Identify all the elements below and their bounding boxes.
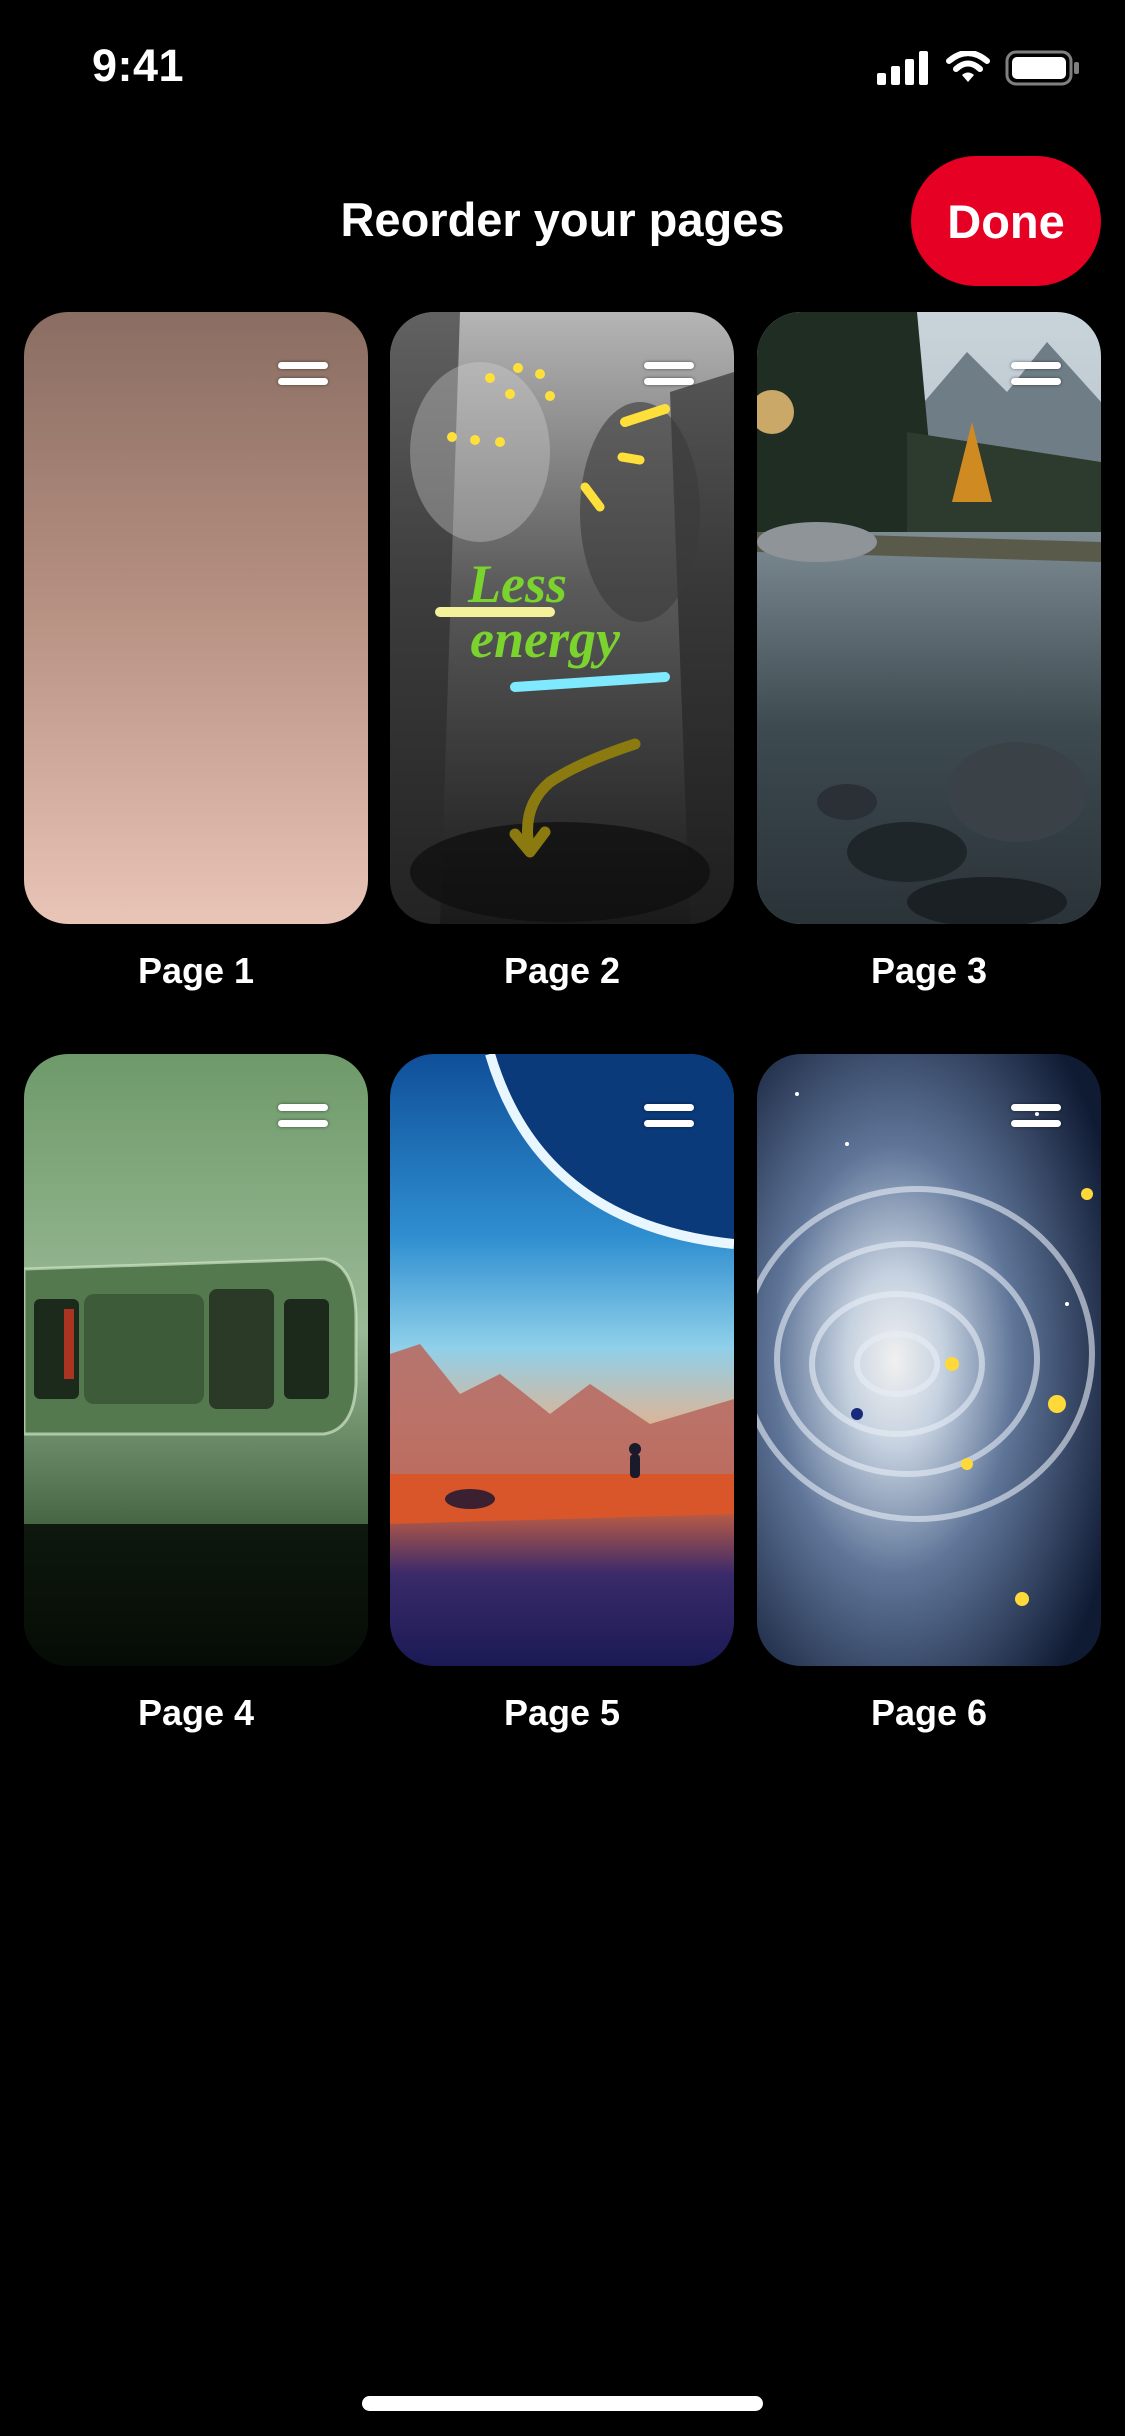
page-label-4: Page 4 (137, 1692, 255, 1733)
page-label-5: Page 5 (503, 1692, 621, 1733)
page-2-image: Less energy (390, 312, 734, 924)
cellular-signal-icon (877, 51, 928, 85)
home-indicator[interactable] (362, 2396, 763, 2411)
page-thumbnail-3[interactable] (757, 312, 1101, 924)
page-thumbnail-2[interactable]: Less energy (390, 312, 734, 924)
drag-handle-icon[interactable] (278, 1104, 328, 1130)
page-label-1: Page 1 (137, 950, 255, 991)
page-3-image (757, 312, 1101, 924)
page-thumbnail-4[interactable] (24, 1054, 368, 1666)
drag-handle-icon[interactable] (278, 362, 328, 388)
page-label-6: Page 6 (870, 1692, 988, 1733)
page-4-image (24, 1054, 368, 1666)
status-time: 9:41 (92, 40, 185, 91)
page-2-overlay-line2: energy (470, 609, 621, 669)
status-icons (877, 50, 1081, 86)
drag-handle-icon[interactable] (644, 1104, 694, 1130)
wifi-icon (946, 51, 990, 82)
page-2-overlay-line1: Less (467, 554, 567, 614)
reorder-pages-screen: 9:41 Reorder your pages Done Page 1 Less… (0, 0, 1125, 2436)
drag-handle-icon[interactable] (1011, 1104, 1061, 1130)
page-thumbnail-5[interactable] (390, 1054, 734, 1666)
page-1-image (24, 312, 368, 924)
drag-handle-icon[interactable] (644, 362, 694, 388)
battery-icon (1005, 50, 1079, 86)
page-thumbnail-1[interactable] (24, 312, 368, 924)
page-label-3: Page 3 (870, 950, 988, 991)
page-5-image (390, 1054, 734, 1666)
page-6-image (757, 1054, 1101, 1666)
page-thumbnail-6[interactable] (757, 1054, 1101, 1666)
page-label-2: Page 2 (503, 950, 621, 991)
drag-handle-icon[interactable] (1011, 362, 1061, 388)
done-button[interactable]: Done (911, 156, 1101, 286)
